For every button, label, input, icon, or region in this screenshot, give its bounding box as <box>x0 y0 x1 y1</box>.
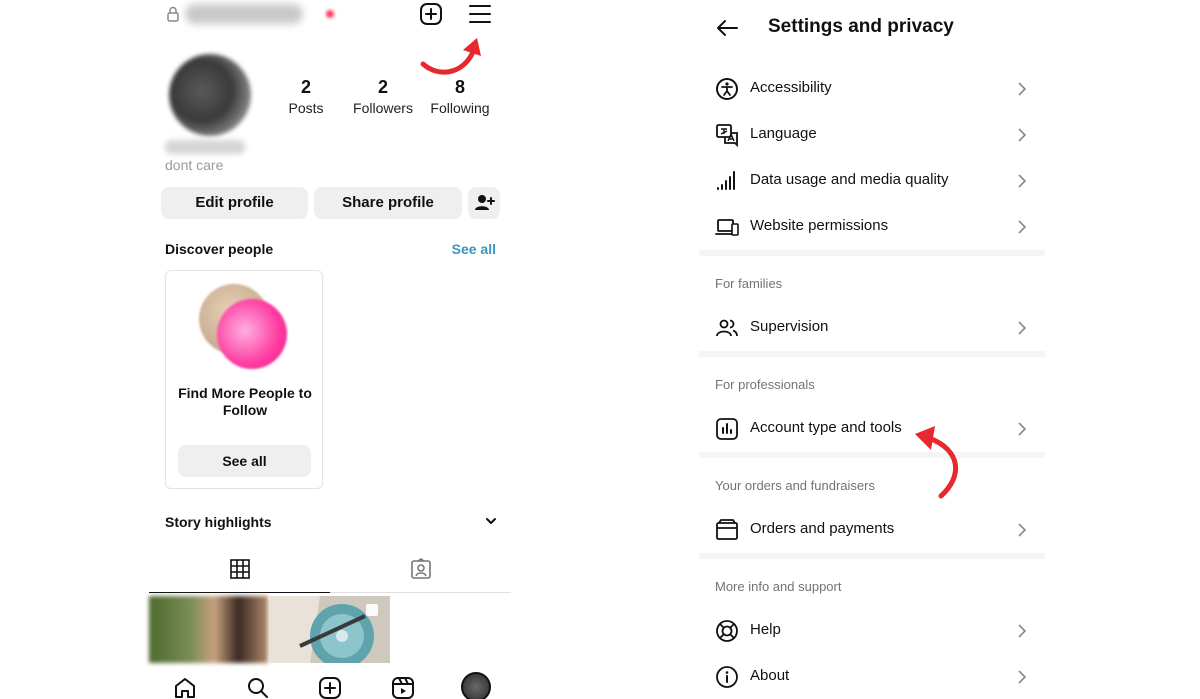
section-header-orders: Your orders and fundraisers <box>715 478 875 493</box>
chevron-right-icon <box>1018 174 1027 188</box>
search-icon[interactable] <box>246 676 270 699</box>
tagged-tab-icon[interactable] <box>410 558 432 580</box>
chevron-right-icon <box>1018 523 1027 537</box>
profile-bio: dont care <box>165 157 224 173</box>
home-icon[interactable] <box>173 676 197 699</box>
stat-label: Following <box>430 100 490 116</box>
language-icon <box>716 124 738 147</box>
notification-dot <box>326 10 334 18</box>
devices-icon <box>715 219 739 236</box>
settings-screen: Settings and privacy Accessibility Langu… <box>699 0 1049 699</box>
profile-top-bar <box>149 0 511 32</box>
stat-posts[interactable]: 2 Posts <box>266 76 346 118</box>
tab-divider <box>330 592 511 593</box>
info-icon <box>716 666 738 688</box>
settings-row-label: Website permissions <box>750 217 889 234</box>
add-person-icon <box>475 195 495 210</box>
stat-followers[interactable]: 2 Followers <box>343 76 423 118</box>
discover-people-button[interactable] <box>468 187 500 219</box>
chevron-right-icon <box>1018 128 1027 142</box>
suggestion-avatar <box>217 299 287 369</box>
stat-value: 2 <box>300 77 311 97</box>
stat-value: 8 <box>454 77 465 97</box>
active-tab-indicator <box>149 592 330 593</box>
accessibility-icon <box>716 78 738 100</box>
settings-row-label: Accessibility <box>750 79 832 96</box>
lock-icon <box>167 6 179 22</box>
annotation-arrow-icon <box>915 426 958 499</box>
settings-row-label: Orders and payments <box>750 520 895 537</box>
post-thumbnail[interactable] <box>270 596 390 663</box>
annotation-arrow-icon <box>420 38 481 75</box>
hamburger-menu-icon[interactable] <box>468 3 492 25</box>
see-all-link[interactable]: See all <box>452 241 496 257</box>
chevron-right-icon <box>1018 82 1027 96</box>
stat-label: Posts <box>288 100 324 116</box>
card-see-all-button[interactable]: See all <box>178 445 311 477</box>
story-highlights-label[interactable]: Story highlights <box>165 514 272 530</box>
settings-row-account-tools[interactable]: Account type and tools <box>699 409 1049 449</box>
section-divider <box>699 250 1045 256</box>
supervision-icon <box>716 319 738 337</box>
username-blurred[interactable] <box>185 4 303 24</box>
grid-tab-icon[interactable] <box>229 558 251 580</box>
bottom-nav-bar <box>149 670 511 699</box>
display-name-blurred <box>165 140 245 154</box>
settings-row-website-permissions[interactable]: Website permissions <box>699 207 1049 247</box>
profile-screen: 2 Posts 2 Followers 8 Following dont car… <box>149 0 511 699</box>
orders-box-icon <box>716 519 738 540</box>
settings-row-label: Supervision <box>750 318 829 335</box>
settings-row-about[interactable]: About <box>699 657 1049 697</box>
edit-profile-button[interactable]: Edit profile <box>161 187 308 219</box>
section-header-support: More info and support <box>715 579 842 594</box>
hard-drive-image <box>270 596 390 663</box>
section-divider <box>699 452 1045 458</box>
create-icon[interactable] <box>318 676 342 699</box>
insights-icon <box>716 418 738 440</box>
settings-row-label: Account type and tools <box>750 419 902 436</box>
discover-people-title: Discover people <box>165 241 274 257</box>
section-divider <box>699 351 1045 357</box>
settings-row-label: About <box>750 667 790 684</box>
settings-row-data-usage[interactable]: Data usage and media quality <box>699 161 1049 201</box>
settings-row-orders-payments[interactable]: Orders and payments <box>699 510 1049 550</box>
suggestion-card: Find More People to Follow See all <box>165 270 323 489</box>
settings-row-label: Data usage and media quality <box>750 171 949 188</box>
settings-row-language[interactable]: Language <box>699 115 1049 155</box>
settings-row-supervision[interactable]: Supervision <box>699 308 1049 348</box>
chevron-right-icon <box>1018 624 1027 638</box>
stat-value: 2 <box>377 77 388 97</box>
post-thumbnail[interactable] <box>149 596 268 663</box>
profile-avatar[interactable] <box>169 54 251 136</box>
chevron-right-icon <box>1018 220 1027 234</box>
lifebuoy-icon <box>716 620 738 642</box>
section-header-families: For families <box>715 276 783 291</box>
page-title: Settings and privacy <box>768 16 954 37</box>
back-arrow-icon[interactable] <box>715 18 739 38</box>
settings-row-label: Language <box>750 125 817 142</box>
create-post-icon[interactable] <box>419 2 443 26</box>
section-header-professionals: For professionals <box>715 377 815 392</box>
chevron-right-icon <box>1018 670 1027 684</box>
stat-following[interactable]: 8 Following <box>420 76 500 118</box>
settings-row-label: Help <box>750 621 781 638</box>
settings-row-accessibility[interactable]: Accessibility <box>699 69 1049 109</box>
reels-icon[interactable] <box>391 676 415 699</box>
profile-nav-avatar[interactable] <box>461 672 491 699</box>
share-profile-button[interactable]: Share profile <box>314 187 462 219</box>
section-divider <box>699 553 1045 559</box>
stat-label: Followers <box>353 100 413 116</box>
suggestion-card-text: Find More People to Follow <box>178 385 312 418</box>
chevron-down-icon[interactable] <box>485 516 497 526</box>
chevron-right-icon <box>1018 321 1027 335</box>
settings-row-help[interactable]: Help <box>699 611 1049 651</box>
chevron-right-icon <box>1018 422 1027 436</box>
signal-icon <box>717 171 735 190</box>
